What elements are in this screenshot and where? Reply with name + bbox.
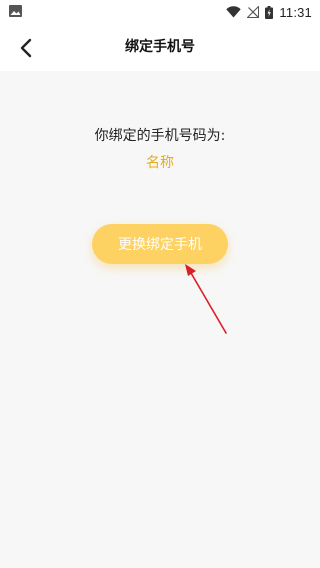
status-time: 11:31 <box>279 4 312 20</box>
image-icon <box>9 5 22 17</box>
wifi-icon <box>226 6 242 18</box>
screen: 11:31 绑定手机号 你绑定的手机号码为: 名称 更换绑定手机 <box>0 0 320 568</box>
page-title: 绑定手机号 <box>125 39 195 55</box>
battery-icon <box>265 5 274 19</box>
status-bar: 11:31 <box>0 0 320 24</box>
change-phone-button[interactable]: 更换绑定手机 <box>92 224 228 264</box>
bound-phone-prompt: 你绑定的手机号码为: <box>94 128 226 144</box>
bound-phone-value: 名称 <box>146 155 174 171</box>
chevron-left-icon <box>20 38 32 58</box>
status-icons: 11:31 <box>226 0 312 24</box>
main-content: 你绑定的手机号码为: 名称 更换绑定手机 <box>0 71 320 568</box>
back-button[interactable] <box>10 32 42 64</box>
no-signal-icon <box>247 6 260 18</box>
nav-bar: 绑定手机号 <box>0 24 320 71</box>
